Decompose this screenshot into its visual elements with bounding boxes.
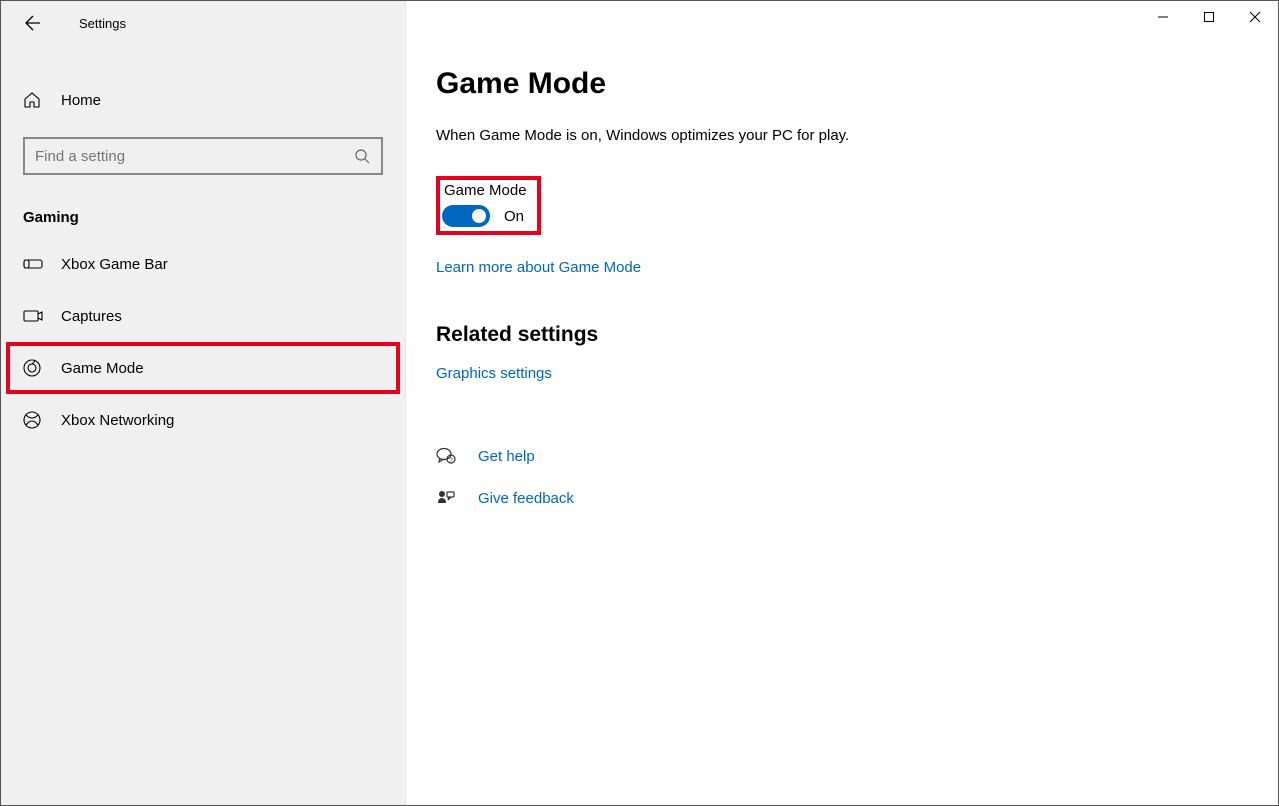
content-area: Game Mode When Game Mode is on, Windows … [406, 1, 1278, 805]
sidebar-item-label: Captures [61, 308, 122, 325]
game-mode-icon [23, 359, 43, 377]
get-help-row: ? Get help [436, 439, 1278, 473]
help-icon: ? [436, 447, 458, 465]
related-settings-header: Related settings [436, 323, 1278, 347]
close-button[interactable] [1232, 1, 1278, 33]
learn-more-link[interactable]: Learn more about Game Mode [436, 259, 641, 276]
search-input[interactable] [35, 148, 353, 165]
arrow-left-icon [25, 15, 41, 31]
graphics-settings-link[interactable]: Graphics settings [436, 365, 552, 382]
game-bar-icon [23, 256, 43, 272]
sidebar-item-xbox-networking[interactable]: Xbox Networking [1, 394, 405, 446]
xbox-icon [23, 411, 43, 429]
maximize-button[interactable] [1186, 1, 1232, 33]
sidebar-home-label: Home [61, 92, 101, 109]
give-feedback-row: Give feedback [436, 481, 1278, 515]
sidebar-item-game-mode[interactable]: Game Mode [1, 342, 405, 394]
toggle-label: Game Mode [442, 182, 527, 199]
get-help-link[interactable]: Get help [478, 448, 535, 465]
page-description: When Game Mode is on, Windows optimizes … [436, 127, 1278, 144]
sidebar-home[interactable]: Home [1, 77, 405, 123]
captures-icon [23, 308, 43, 324]
toggle-knob [472, 209, 486, 223]
sidebar-item-label: Game Mode [61, 360, 144, 377]
home-icon [23, 91, 43, 109]
titlebar-left: Settings [1, 1, 405, 45]
sidebar-item-label: Xbox Networking [61, 412, 174, 429]
close-icon [1249, 11, 1261, 23]
toggle-state: On [504, 208, 524, 225]
game-mode-toggle-group: Game Mode On [436, 176, 541, 235]
window-title: Settings [79, 16, 126, 31]
search-icon [353, 147, 371, 165]
sidebar-item-captures[interactable]: Captures [1, 290, 405, 342]
sidebar-item-label: Xbox Game Bar [61, 256, 168, 273]
feedback-icon [436, 489, 458, 507]
minimize-icon [1157, 11, 1169, 23]
maximize-icon [1203, 11, 1215, 23]
sidebar: Settings Home Gaming Xbox Game Bar [1, 1, 406, 805]
back-button[interactable] [21, 11, 45, 35]
search-box[interactable] [23, 137, 383, 175]
minimize-button[interactable] [1140, 1, 1186, 33]
give-feedback-link[interactable]: Give feedback [478, 490, 574, 507]
sidebar-item-xbox-game-bar[interactable]: Xbox Game Bar [1, 238, 405, 290]
game-mode-toggle[interactable] [442, 205, 490, 227]
sidebar-category: Gaming [1, 189, 405, 238]
window-controls [1140, 1, 1278, 33]
page-title: Game Mode [436, 67, 1278, 101]
